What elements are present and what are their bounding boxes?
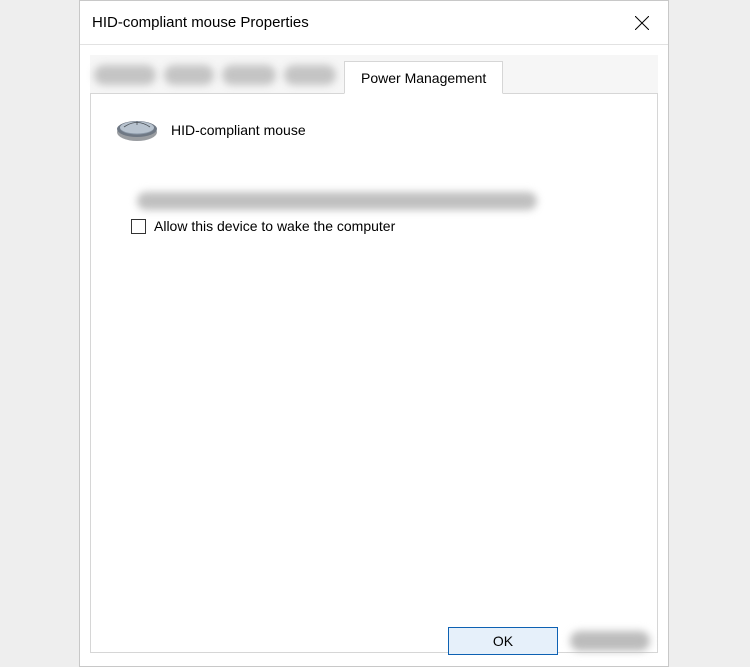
checkbox-icon <box>131 219 146 234</box>
option-label: Allow this device to wake the computer <box>154 218 395 234</box>
close-button[interactable] <box>622 7 662 39</box>
tab-panel: HID-compliant mouse Allow this device to… <box>90 94 658 653</box>
device-header: HID-compliant mouse <box>115 116 639 144</box>
option-blurred <box>137 192 537 210</box>
wake-computer-option[interactable]: Allow this device to wake the computer <box>131 218 639 234</box>
tab-blurred[interactable] <box>222 65 276 85</box>
properties-dialog: HID-compliant mouse Properties Power Man… <box>79 0 669 667</box>
tab-blurred[interactable] <box>284 65 336 85</box>
cancel-button-blurred[interactable] <box>570 631 650 651</box>
ok-button[interactable]: OK <box>448 627 558 655</box>
close-icon <box>635 16 649 30</box>
tab-power-management[interactable]: Power Management <box>344 61 503 94</box>
button-label: OK <box>493 633 513 649</box>
tab-strip: Power Management <box>90 55 658 94</box>
device-name: HID-compliant mouse <box>171 122 306 138</box>
dialog-buttons: OK <box>80 616 668 666</box>
titlebar: HID-compliant mouse Properties <box>80 1 668 45</box>
tab-label: Power Management <box>361 70 486 86</box>
window-title: HID-compliant mouse Properties <box>92 14 309 31</box>
tab-blurred[interactable] <box>164 65 214 85</box>
mouse-icon <box>115 116 159 144</box>
tab-blurred[interactable] <box>94 65 156 85</box>
